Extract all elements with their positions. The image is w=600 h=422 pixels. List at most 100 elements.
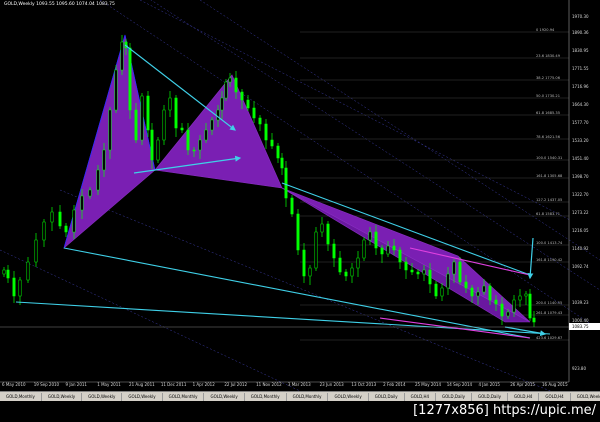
candle-body [210,119,214,131]
candle-body [446,273,450,289]
candle-body [284,167,288,199]
candle-body [128,47,132,111]
time-tick-label: 9 Jan 2011 [65,382,87,387]
chart-tab[interactable]: GOLD,H4 [539,392,571,401]
candle-body [440,287,444,297]
candle-body [404,261,408,271]
price-tick-label: 1533.20 [572,138,589,143]
candle-body [252,107,256,119]
fib-level-label: 261.8 1079.43 [536,311,562,315]
chart-window: 0 1920.94 23.6 1830.49 38.2 1775.06 50.0 17… [0,0,600,422]
candle-body [246,99,250,109]
candle-body [386,245,390,255]
candle-body [228,77,232,83]
chart-tab[interactable]: GOLD,Daily [472,392,508,401]
candle-body [26,261,30,281]
pattern-triangle-4 [281,187,531,323]
time-tick-label: 21 Aug 2011 [129,382,155,387]
fib-level-label: 38.2 1775.06 [536,76,561,80]
candle-body [102,149,106,171]
fib-level-label: 0 1920.94 [536,28,555,32]
chart-tab[interactable]: GOLD,Monthly [287,392,329,401]
chart-tab[interactable]: GOLD,Daily [369,392,405,401]
candle-body [422,269,426,275]
candle-body [458,261,462,283]
candle-body [240,91,244,101]
fib-level-label: 200.0 1140.55 [536,301,562,305]
candle-body [524,293,528,297]
candle-body [198,139,202,151]
pattern-triangle-2 [154,74,283,189]
chart-tab[interactable]: GOLD,Weekly [204,392,245,401]
price-tick-label: 1092.74 [572,264,589,269]
price-tick-label: 1216.05 [572,228,589,233]
chart-title: GOLD,Weekly 1093.55 1095.60 1074.04 1083… [4,2,115,7]
price-tick-label: 1451.40 [572,156,589,161]
candle-body [320,223,324,233]
chart-tab[interactable]: GOLD,Daily [436,392,472,401]
chart-tab[interactable]: GOLD,H4 [508,392,540,401]
price-tick-label: 1716.96 [572,84,589,89]
price-tick-label: 1890.36 [572,30,589,35]
candle-body [368,231,372,241]
candle-body [140,95,144,141]
candle-body [96,169,100,191]
trend-arrow-3 [527,237,534,280]
time-tick-label: 4 Jan 2015 [478,382,500,387]
candle-body [528,293,532,319]
channel-line [0,249,301,391]
candle-body [168,97,172,111]
time-tick-label: 19 Sep 2010 [33,382,60,387]
chart-tab[interactable]: GOLD,Weekly [42,392,83,401]
time-tick-label: 16 Aug 2015 [542,382,568,387]
price-tick-label: 1577.70 [572,120,589,125]
candle-body [204,129,208,141]
chart-canvas[interactable]: 0 1920.94 23.6 1830.49 38.2 1775.06 50.0 17… [0,0,600,391]
price-tick-label: 1140.92 [572,246,589,251]
time-tick-label: 1 May 2011 [97,382,121,387]
candle-body [512,299,516,313]
chart-tab[interactable]: GOLD,H4 [405,392,437,401]
candle-body [500,303,504,317]
chart-tab[interactable]: GOLD,Monthly [0,392,42,401]
chart-tab[interactable]: GOLD,Weekly [328,392,369,401]
candle-body [2,269,6,275]
candle-body [224,81,228,99]
candle-body [156,139,160,161]
candle-body [64,225,68,233]
time-tick-label: 11 Nov 2012 [256,382,282,387]
trendline-bottom [15,301,551,335]
chart-tab[interactable]: GOLD,Weekly [82,392,123,401]
candle-body [488,285,492,301]
candle-body [34,239,38,263]
current-price-label: 1083.75 [572,324,589,329]
watermark-text: [1277x856] https://upic.me/ [413,403,596,418]
candle-body [344,271,348,277]
candle-body [476,291,480,297]
price-tick-label: 923.80 [572,366,586,371]
candle-body [18,279,22,297]
price-tick-label: 1273.22 [572,210,589,215]
chart-tab[interactable]: GOLD,Monthly [163,392,205,401]
time-tick-label: 26 Apr 2015 [510,382,535,387]
candle-body [428,269,432,285]
time-tick-label: 3 Mar 2013 [287,382,311,387]
chart-tab[interactable]: GOLD,Monthly [245,392,287,401]
candle-body [192,149,196,152]
candle-body [88,189,92,197]
candle-body [180,127,184,131]
candle-body [482,285,486,293]
chart-tab[interactable]: GOLD,Weekly [571,393,600,401]
chart-tab[interactable]: GOLD,Weekly [122,392,163,401]
candle-body [494,299,498,305]
fib-level-label: 61.8 1583.71 [536,212,560,216]
candle-body [80,195,84,211]
candle-body [308,267,312,277]
candle-body [216,109,220,121]
fib-level-label: 100.0 1413.74 [536,241,563,245]
candle-body [398,249,402,263]
price-tick-label: 1664.30 [572,102,589,107]
fib-level-label: 23.6 1830.49 [536,54,561,58]
candle-body [314,231,318,269]
candle-body [374,231,378,249]
